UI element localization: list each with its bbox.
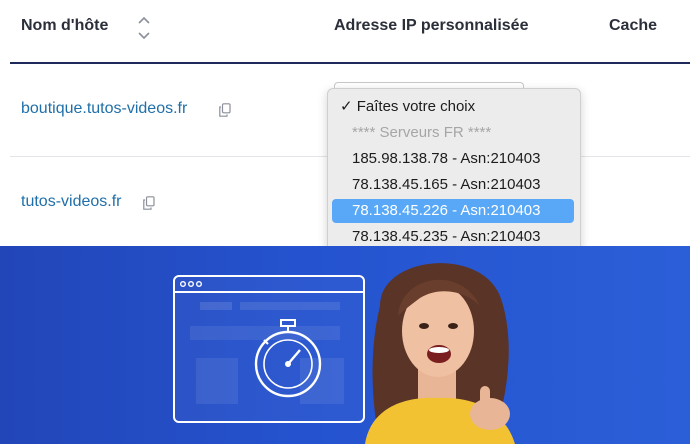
hostname-link[interactable]: boutique.tutos-videos.fr [21,100,187,118]
dropdown-option[interactable]: 185.98.138.78 - Asn:210403 [332,147,574,171]
column-header-hostname[interactable]: Nom d'hôte [21,17,108,35]
hostname-link[interactable]: tutos-videos.fr [21,193,121,211]
column-header-custom-ip: Adresse IP personnalisée [334,17,529,34]
person-photo [365,263,515,444]
copy-icon[interactable] [143,196,155,210]
promo-banner [0,246,690,444]
column-header-cache: Cache [609,17,658,34]
custom-ip-dropdown-menu: ✓ Faîtes votre choix **** Serveurs FR **… [327,88,581,260]
dropdown-option[interactable]: 78.138.45.165 - Asn:210403 [332,173,574,197]
dropdown-option-highlighted[interactable]: 78.138.45.226 - Asn:210403 [332,199,574,223]
dropdown-option-placeholder[interactable]: ✓ Faîtes votre choix [332,95,574,119]
dropdown-option-group-label: **** Serveurs FR **** [352,124,492,141]
sort-arrows-icon[interactable] [138,16,150,40]
header-divider [10,62,690,64]
copy-icon[interactable] [219,103,231,117]
